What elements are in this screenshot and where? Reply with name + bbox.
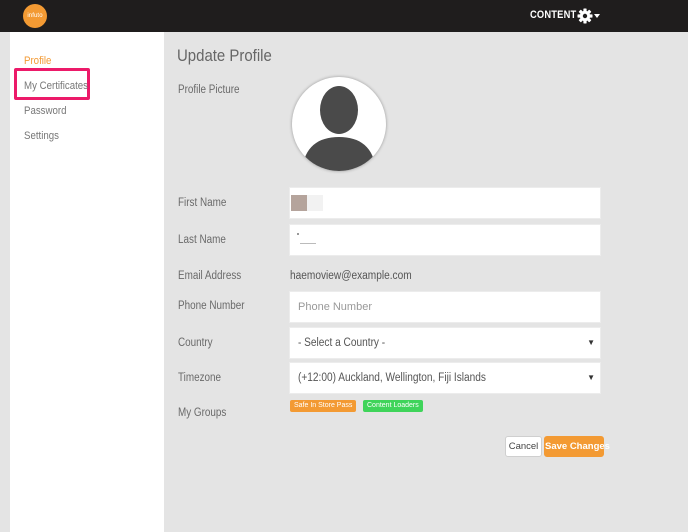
nav-content-link[interactable]: CONTENT [530,9,576,21]
my-groups-label: My Groups [178,407,227,419]
redacted-text [307,195,323,211]
email-label: Email Address [178,270,242,282]
email-value: haemoview@example.com [290,270,412,282]
first-name-field[interactable] [289,187,601,219]
profile-avatar[interactable] [292,77,386,171]
last-name-label: Last Name [178,234,226,246]
sidebar-item-password[interactable]: Password [24,105,67,117]
brand-logo[interactable]: infuto [23,4,47,28]
sidebar: Profile My Certificates Password Setting… [10,32,164,532]
timezone-selected-value: (+12:00) Auckland, Wellington, Fiji Isla… [298,372,486,384]
save-changes-button[interactable]: Save Changes [544,436,610,457]
phone-number-field[interactable] [289,291,601,323]
redacted-text [291,195,307,211]
gear-icon [577,8,600,24]
last-name-field[interactable] [289,224,601,256]
country-select[interactable]: - Select a Country - ▼ [289,327,601,359]
country-label: Country [178,337,213,349]
country-selected-value: - Select a Country - [298,337,386,349]
timezone-label: Timezone [178,372,222,384]
first-name-label: First Name [178,197,227,209]
chevron-down-icon: ▼ [587,373,595,382]
group-badge: Safe In Store Pass [290,400,357,412]
timezone-select[interactable]: (+12:00) Auckland, Wellington, Fiji Isla… [289,362,601,394]
user-silhouette-icon [302,86,376,171]
sidebar-item-settings[interactable]: Settings [24,130,59,142]
group-badge: Content Loaders [363,400,423,412]
phone-label: Phone Number [178,300,245,312]
page-title: Update Profile [177,46,272,65]
sidebar-item-profile[interactable]: Profile [24,55,51,67]
settings-menu-toggle[interactable] [577,7,603,25]
redacted-text [297,233,299,235]
redacted-text [300,243,316,244]
caret-down-icon [594,14,600,18]
top-navbar: infuto CONTENT [0,0,688,32]
chevron-down-icon: ▼ [587,338,595,347]
cancel-button[interactable]: Cancel [505,436,542,457]
profile-picture-label: Profile Picture [178,84,240,96]
sidebar-item-my-certificates[interactable]: My Certificates [24,80,88,92]
